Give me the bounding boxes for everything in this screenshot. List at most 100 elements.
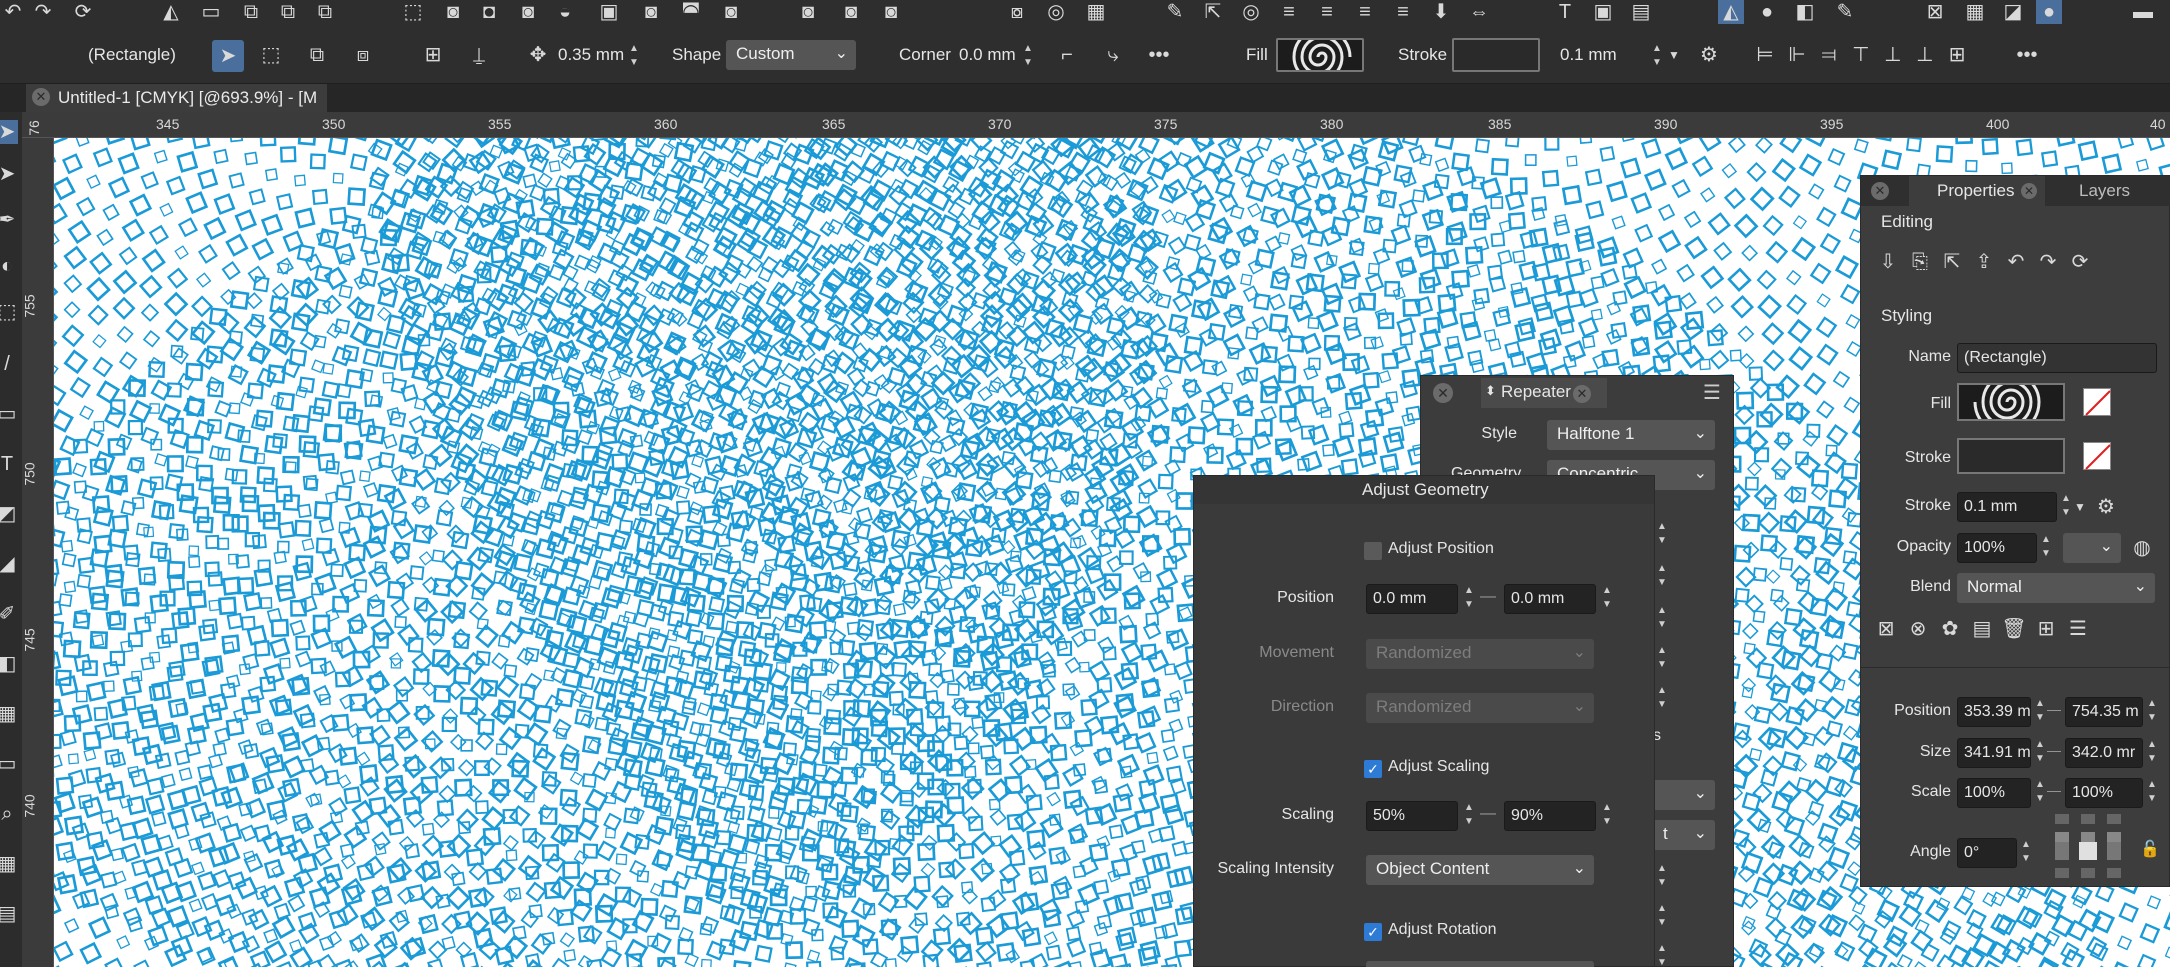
move-tool-icon[interactable]: ➤	[212, 40, 244, 72]
fill-tool-icon[interactable]: ◐	[0, 254, 18, 278]
design-canvas[interactable]	[54, 138, 2170, 967]
stroke-width-stepper[interactable]: ▲ ▼	[627, 42, 641, 72]
boolean-add-icon[interactable]: ⬚	[400, 0, 426, 24]
select-image-icon[interactable]: ⧈	[350, 43, 376, 67]
table-tool-icon[interactable]: ▦	[0, 702, 18, 726]
redo-icon[interactable]: ↷	[30, 0, 56, 24]
node-select-icon[interactable]: ⬚	[258, 43, 284, 67]
boolean-divide-icon[interactable]: ◒	[552, 0, 578, 24]
transparency-tool-icon[interactable]: ◧	[0, 652, 18, 676]
view-mode-icon[interactable]: ◪	[2000, 0, 2026, 24]
close-tab-icon[interactable]: ✕	[32, 88, 50, 106]
text-tool-icon[interactable]: T	[0, 452, 18, 476]
image-icon[interactable]: ▤	[1628, 0, 1654, 24]
brush-tool-icon[interactable]: /	[0, 352, 18, 376]
snapping-icon[interactable]: ⊠	[1922, 0, 1948, 24]
frame-tool-icon[interactable]: ▭	[0, 752, 18, 776]
rotate-right-icon[interactable]: ⧉	[275, 0, 301, 24]
move-tool-side-icon[interactable]: ➤	[0, 120, 18, 144]
mask-icon[interactable]: ◙	[795, 0, 821, 24]
stroke-value-stepper[interactable]: ▲ ▼	[1650, 42, 1664, 72]
stroke-swatch[interactable]	[1452, 38, 1540, 72]
select-same-icon[interactable]: ⧉	[304, 43, 330, 67]
export-icon[interactable]: ⇱	[1200, 0, 1226, 24]
gradient-tool-icon[interactable]: ◢	[0, 552, 18, 576]
align-bottom-icon[interactable]: ≡	[1314, 0, 1340, 24]
flip-horizontal-icon[interactable]: ◭	[158, 0, 184, 24]
distribute-icon[interactable]: ≡	[1352, 0, 1378, 24]
halftone-square	[1798, 153, 1823, 177]
more-align-icon[interactable]: •••	[2014, 43, 2040, 67]
edit-icon[interactable]: ✎	[1162, 0, 1188, 24]
view-toggle-icon[interactable]: ●	[2036, 0, 2062, 24]
rotate-left-icon[interactable]: ⧉	[238, 0, 264, 24]
group-icon[interactable]: ◙	[638, 0, 664, 24]
grid-view-icon[interactable]: ▦	[1962, 0, 1988, 24]
corner-stepper[interactable]: ▲ ▼	[1021, 42, 1035, 72]
crop-tool-icon[interactable]: ⬚	[0, 300, 18, 324]
text-icon[interactable]: T	[1552, 0, 1578, 24]
align-center-icon[interactable]: ⊩	[1784, 43, 1810, 67]
boolean-xor-icon[interactable]: ◙	[515, 0, 541, 24]
spiral-icon[interactable]: ◎	[1043, 0, 1069, 24]
corner-field[interactable]: 0.0 mm	[959, 45, 1016, 65]
more-options-icon[interactable]: •••	[1146, 43, 1172, 67]
node-tool-icon[interactable]: ➤	[0, 162, 18, 186]
transform-origin-icon[interactable]: ⊞	[420, 43, 446, 67]
align-middle-icon[interactable]: ⊥	[1880, 43, 1906, 67]
stroke-value-field[interactable]: 0.1 mm	[1560, 45, 1617, 65]
halftone-square	[782, 962, 797, 967]
space-icon[interactable]: ⇔	[1466, 0, 1492, 24]
zoom-tool-icon[interactable]: ⌕	[0, 802, 18, 826]
frame-icon[interactable]: ▣	[1590, 0, 1616, 24]
grid-tool-icon[interactable]: ▦	[0, 852, 18, 876]
halftone-square	[1756, 269, 1777, 290]
shape-tool-icon[interactable]: ▭	[0, 402, 18, 426]
undo-icon[interactable]: ↶	[0, 0, 26, 24]
grid-icon[interactable]: ▦	[1083, 0, 1109, 24]
overflow-icon[interactable]: ▬	[2130, 0, 2156, 24]
align-left-icon[interactable]: ⊨	[1752, 43, 1778, 67]
eraser-tool-icon[interactable]: ◩	[0, 502, 18, 526]
clip-icon[interactable]: ◙	[838, 0, 864, 24]
combine-icon[interactable]: ▣	[596, 0, 622, 24]
ungroup-icon[interactable]: ◚	[678, 0, 704, 24]
halftone-square	[2117, 935, 2133, 951]
persona-edit-icon[interactable]: ✎	[1832, 0, 1858, 24]
view-tool-icon[interactable]: ▤	[0, 902, 18, 926]
corner-smooth-icon[interactable]: ⤷	[1100, 43, 1126, 67]
persona-designer-icon[interactable]: ◭	[1718, 0, 1744, 24]
download-icon[interactable]: ⬇	[1428, 0, 1454, 24]
refresh-icon[interactable]: ⟳	[70, 0, 96, 24]
halftone-square	[1839, 283, 1861, 305]
halftone-square	[2077, 140, 2099, 162]
persona-export-icon[interactable]: ◧	[1792, 0, 1818, 24]
align-objects-icon[interactable]: ◙	[718, 0, 744, 24]
align-top-icon[interactable]: ≡	[1276, 0, 1302, 24]
corner-type-icon[interactable]: ⌐	[1054, 43, 1080, 67]
inside-icon[interactable]: ◙	[878, 0, 904, 24]
align-bottom-small-icon[interactable]: ⊥	[1912, 43, 1938, 67]
flip-vertical-icon[interactable]: ▭	[198, 0, 224, 24]
boolean-subtract-icon[interactable]: ◙	[440, 0, 466, 24]
crop-icon[interactable]: ⧇	[1004, 0, 1030, 24]
pen-tool-icon[interactable]: ✒	[0, 208, 18, 232]
boolean-intersect-icon[interactable]: ◘	[476, 0, 502, 24]
picker-tool-icon[interactable]: ✐	[0, 602, 18, 626]
distribute-v-icon[interactable]: ≡	[1390, 0, 1416, 24]
halftone-square	[801, 917, 821, 937]
arrange-icon[interactable]: ⧉	[312, 0, 338, 24]
target-icon[interactable]: ◎	[1238, 0, 1264, 24]
align-right-icon[interactable]: ⫤	[1816, 43, 1842, 67]
document-tab[interactable]: ✕ Untitled-1 [CMYK] [@693.9%] - [M	[26, 84, 328, 112]
stroke-settings-icon[interactable]: ⚙	[1696, 43, 1722, 67]
halftone-square	[975, 940, 997, 963]
distribute-small-icon[interactable]: ⊞	[1944, 43, 1970, 67]
anchor-icon[interactable]: ⍊	[466, 43, 492, 67]
stroke-dropdown-icon[interactable]: ▼	[1666, 43, 1682, 67]
stroke-width-field[interactable]: 0.35 mm	[558, 45, 624, 65]
persona-pixel-icon[interactable]: ●	[1754, 0, 1780, 24]
align-top-small-icon[interactable]: ⊤	[1848, 43, 1874, 67]
fill-swatch[interactable]	[1276, 38, 1364, 72]
shape-select[interactable]: Custom ⌄	[726, 40, 856, 70]
